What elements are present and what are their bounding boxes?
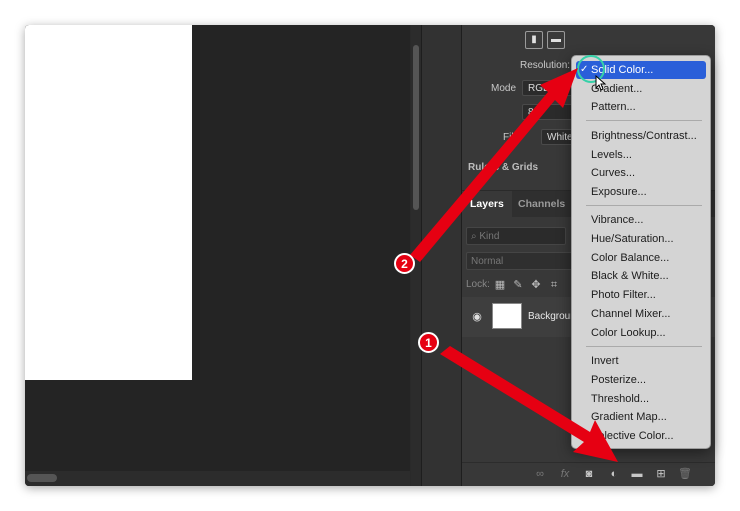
step-badge-1: 1 <box>418 332 439 353</box>
arrow-to-adjustment-icon <box>440 346 618 462</box>
arrow-to-solid-color <box>410 68 578 262</box>
annotation-arrows <box>410 68 618 462</box>
step-badge-2: 2 <box>394 253 415 274</box>
